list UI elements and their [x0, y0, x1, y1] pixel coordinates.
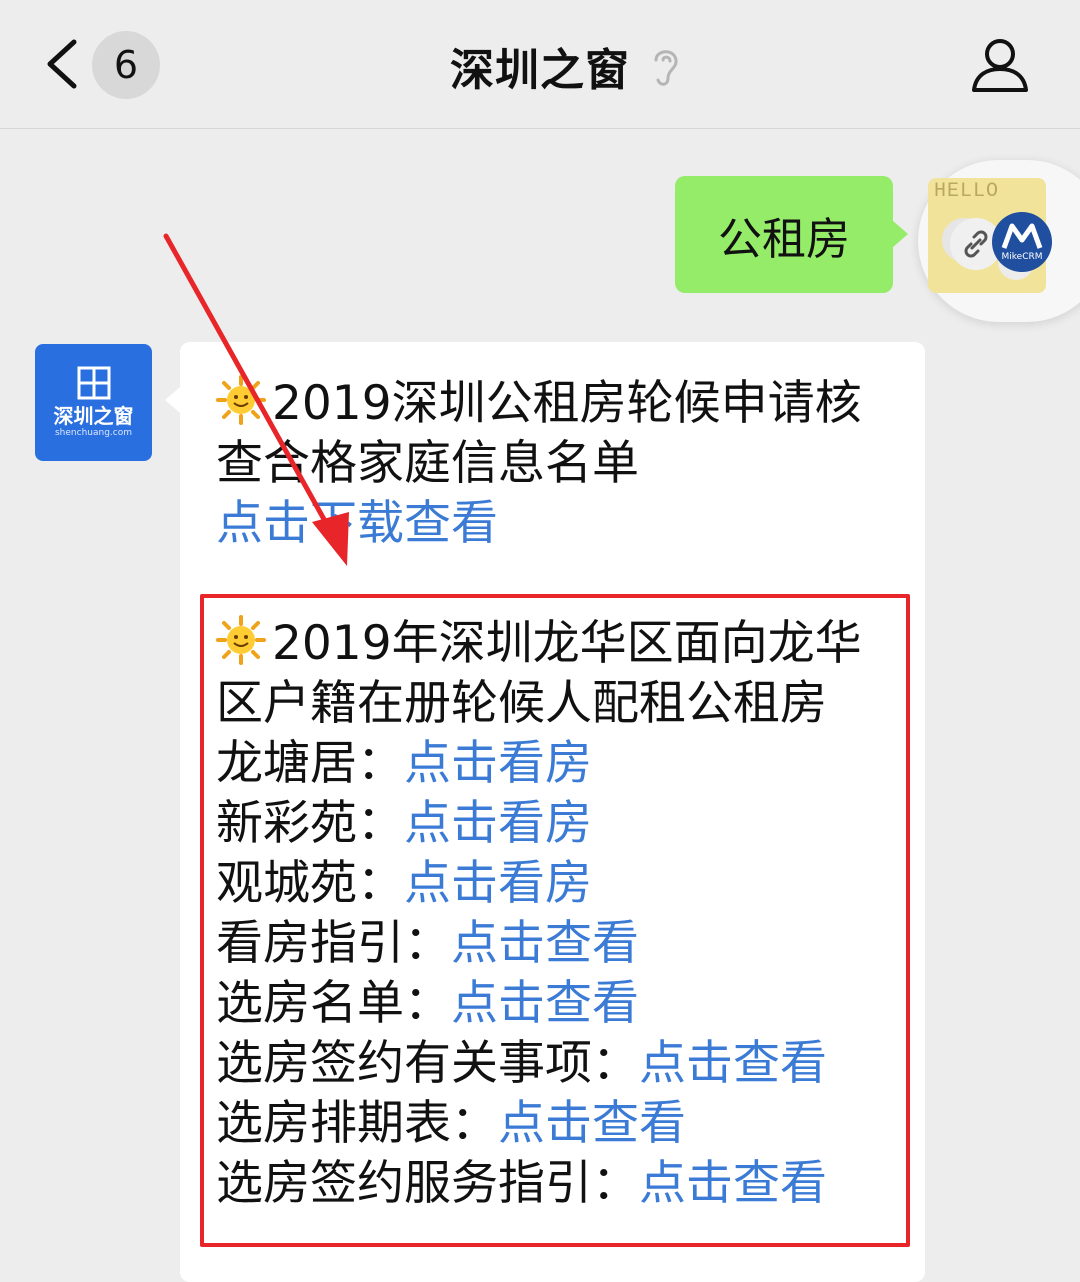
annotation-arrow-icon — [163, 233, 349, 566]
